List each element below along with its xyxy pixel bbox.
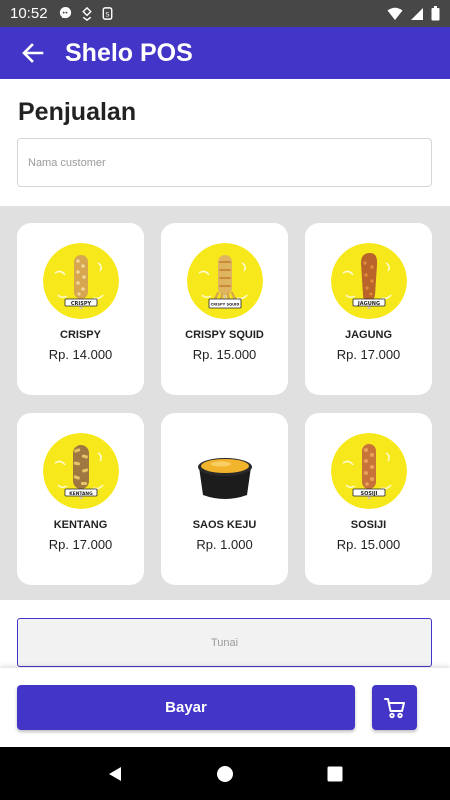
page-title: Penjualan bbox=[18, 98, 137, 126]
download-icon bbox=[81, 6, 92, 21]
battery-icon bbox=[431, 6, 440, 21]
product-name: CRISPY bbox=[60, 329, 101, 341]
circle-home-icon bbox=[217, 765, 233, 782]
chat-notification-icon bbox=[59, 6, 71, 19]
customer-name-input[interactable] bbox=[17, 138, 432, 187]
status-time: 10:52 bbox=[10, 5, 48, 22]
product-price: Rp. 15.000 bbox=[192, 347, 257, 362]
product-name: SOSIJI bbox=[350, 519, 387, 531]
action-bar: Bayar bbox=[0, 668, 450, 747]
navigation-bar bbox=[0, 747, 450, 800]
nav-back-button[interactable] bbox=[95, 754, 135, 794]
product-name: KENTANG bbox=[53, 519, 108, 531]
product-name: JAGUNG bbox=[344, 329, 393, 341]
back-button[interactable] bbox=[13, 33, 53, 73]
cash-input[interactable] bbox=[17, 618, 432, 667]
arrow-left-icon bbox=[22, 43, 44, 63]
product-card-sosiji[interactable]: SOSIJI SOSIJI Rp. 15.000 bbox=[305, 413, 432, 585]
product-card-crispy-squid[interactable]: CRISPY SQUID CRISPY SQUID Rp. 15.000 bbox=[161, 223, 288, 395]
nav-recents-button[interactable] bbox=[315, 754, 355, 794]
product-card-kentang[interactable]: KENTANG KENTANG Rp. 17.000 bbox=[17, 413, 144, 585]
sim-icon: S bbox=[102, 7, 112, 20]
cheese-sauce-cup-image bbox=[186, 433, 263, 509]
shopping-cart-icon bbox=[383, 697, 405, 718]
stick-label-kentang: KENTANG bbox=[69, 491, 93, 497]
product-price: Rp. 17.000 bbox=[48, 537, 113, 552]
status-bar: 10:52 S bbox=[0, 0, 450, 27]
product-price: Rp. 17.000 bbox=[336, 347, 401, 362]
corndog-crispy-squid-image: CRISPY SQUID bbox=[186, 243, 263, 319]
corndog-crispy-image: CRISPY bbox=[42, 243, 119, 319]
product-grid: CRISPY CRISPY Rp. 14.000 CRISPY SQUID CR… bbox=[0, 206, 450, 600]
product-price: Rp. 1.000 bbox=[196, 537, 253, 552]
corndog-sosiji-image: SOSIJI bbox=[330, 433, 407, 509]
product-price: Rp. 15.000 bbox=[336, 537, 401, 552]
square-recents-icon bbox=[327, 766, 343, 781]
app-bar: Shelo POS bbox=[0, 27, 450, 79]
cash-input-area bbox=[0, 600, 450, 668]
product-card-jagung[interactable]: JAGUNG JAGUNG Rp. 17.000 bbox=[305, 223, 432, 395]
stick-label-crispy-squid: CRISPY SQUID bbox=[210, 303, 239, 307]
triangle-back-icon bbox=[109, 766, 121, 781]
corndog-kentang-image: KENTANG bbox=[42, 433, 119, 509]
pay-button[interactable]: Bayar bbox=[17, 685, 355, 730]
product-name: CRISPY SQUID bbox=[185, 329, 264, 341]
product-card-crispy[interactable]: CRISPY CRISPY Rp. 14.000 bbox=[17, 223, 144, 395]
cart-button[interactable] bbox=[372, 685, 417, 730]
nav-home-button[interactable] bbox=[205, 754, 245, 794]
product-card-saos-keju[interactable]: SAOS KEJU Rp. 1.000 bbox=[161, 413, 288, 585]
product-price: Rp. 14.000 bbox=[48, 347, 113, 362]
wifi-icon bbox=[387, 7, 403, 20]
product-name: SAOS KEJU bbox=[192, 519, 257, 531]
app-title: Shelo POS bbox=[65, 38, 193, 67]
stick-label-crispy: CRISPY bbox=[70, 301, 91, 307]
corndog-jagung-image: JAGUNG bbox=[330, 243, 407, 319]
stick-label-sosiji: SOSIJI bbox=[360, 491, 377, 497]
svg-text:S: S bbox=[105, 10, 109, 18]
stick-label-jagung: JAGUNG bbox=[356, 301, 379, 307]
signal-icon bbox=[411, 7, 423, 20]
